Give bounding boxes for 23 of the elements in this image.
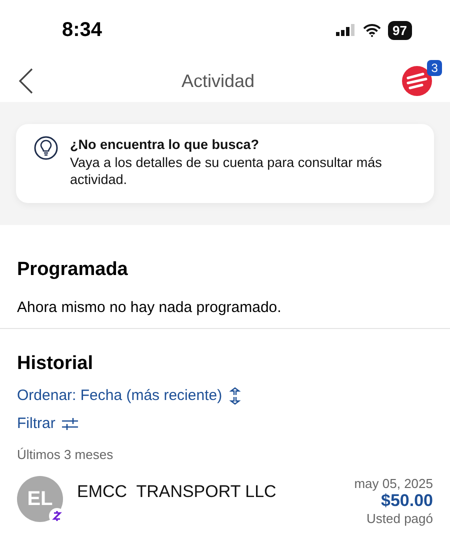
signal-icon — [336, 24, 356, 36]
sliders-icon — [61, 416, 80, 431]
back-icon[interactable] — [18, 68, 34, 94]
period-label: Últimos 3 meses — [17, 447, 114, 462]
logo-icon[interactable] — [402, 66, 432, 96]
lightbulb-icon — [34, 136, 58, 160]
tip-text: Vaya a los detalles de su cuenta para consultar más actividad. — [70, 154, 383, 189]
sort-link[interactable]: Ordenar: Fecha (más reciente) — [17, 386, 244, 405]
status-time: 8:34 — [62, 18, 102, 42]
avatar: EL — [17, 476, 63, 522]
battery-level: 97 — [388, 20, 412, 40]
empty-message: Ahora mismo no hay nada programado. — [17, 298, 282, 318]
page-title: Actividad — [181, 70, 255, 92]
notification-badge: 3 — [427, 60, 442, 76]
filter-link[interactable]: Filtrar — [17, 415, 80, 432]
payee-name[interactable]: EMCC TRANSPORT LLC — [77, 482, 340, 526]
transaction-date: may 05, 2025 — [354, 476, 433, 492]
wifi-icon — [362, 24, 381, 36]
transaction-note: Usted pagó — [366, 511, 433, 526]
section-heading: Historial — [17, 352, 94, 375]
section-heading: Programada — [17, 258, 129, 281]
tip-title: ¿No encuentra lo que busca? — [70, 136, 260, 154]
transaction-amount: $50.00 — [381, 491, 433, 512]
